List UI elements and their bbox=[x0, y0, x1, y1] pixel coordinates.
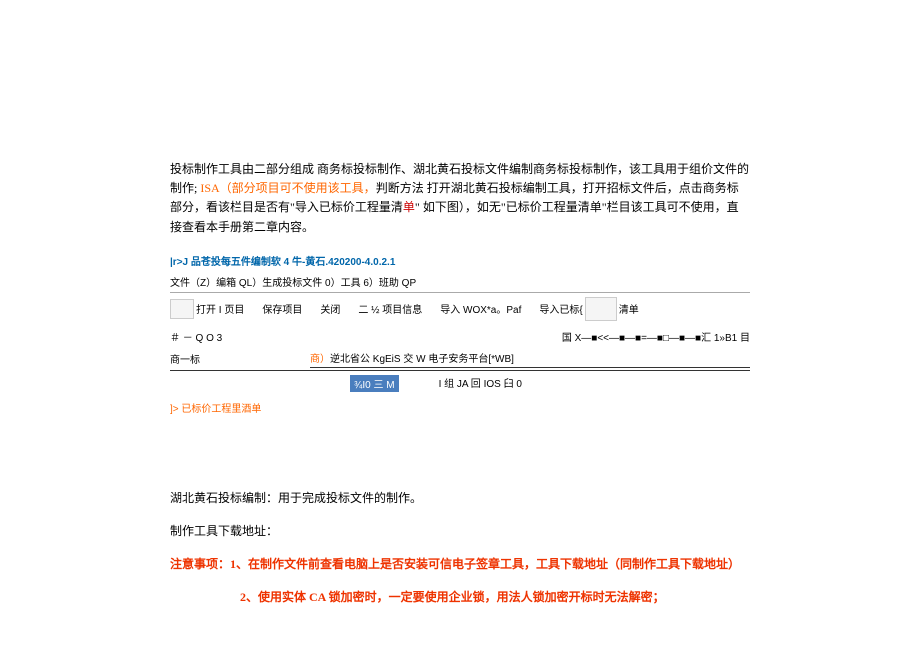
bottom-section: 湖北黄石投标编制：用于完成投标文件的制作。 制作工具下载地址： 注意事项：1、在… bbox=[170, 489, 750, 608]
open-icon bbox=[170, 299, 194, 319]
app-toolbar: 打开 I 页目 保存项目 关闭 二 ½ 项目信息 导入 WOX*a。Paf 导入… bbox=[170, 293, 750, 325]
toolbar-import-wox[interactable]: 导入 WOX*a。Paf bbox=[440, 301, 521, 316]
toolbar-import-priced[interactable]: 导入已标{ 清单 bbox=[539, 297, 638, 321]
intro-text-4: 单 bbox=[403, 200, 415, 214]
bottom-line3: 注意事项：1、在制作文件前查看电脑上是否安装可信电子签章工具，工具下载地址（同制… bbox=[170, 555, 750, 574]
app-row4: 商一标 商）逆北省公 KgEiS 交 W 电子安务平台[*WB] bbox=[170, 348, 750, 371]
toolbar-projinfo[interactable]: 二 ½ 项目信息 bbox=[358, 301, 422, 316]
import-icon bbox=[585, 297, 617, 321]
row5-b: I 组 JA 回 IOS 臼 0 bbox=[439, 375, 522, 392]
open-label: 打开 I 页目 bbox=[196, 301, 244, 316]
row3-right: 国 X—■<<—■—■=—■□—■—■汇 1»B1 目 bbox=[562, 329, 750, 344]
row5-a[interactable]: ¾I0 三 M bbox=[350, 375, 399, 392]
app-row5: ¾I0 三 M I 组 JA 回 IOS 臼 0 bbox=[170, 371, 750, 396]
row4-mid-red: 商） bbox=[310, 354, 330, 365]
row4-left: 商一标 bbox=[170, 351, 310, 366]
close-label: 关闭 bbox=[320, 301, 340, 316]
bottom-line2: 制作工具下载地址： bbox=[170, 522, 750, 541]
row4-mid: 商）逆北省公 KgEiS 交 W 电子安务平台[*WB] bbox=[310, 350, 750, 368]
row4-mid-text: 逆北省公 KgEiS 交 W 电子安务平台[*WB] bbox=[330, 354, 514, 365]
intro-paragraph: 投标制作工具由二部分组成 商务标投标制作、湖北黄石投标文件编制商务标投标制作，该… bbox=[170, 160, 750, 237]
toolbar-close[interactable]: 关闭 bbox=[320, 301, 340, 316]
projinfo-label: 二 ½ 项目信息 bbox=[358, 301, 422, 316]
app-menubar: 文件（Z）编箱 QL）生成投标文件 0）工具 6）班助 QP bbox=[170, 271, 750, 293]
app-footer: ]> 已标价工程里酒单 bbox=[170, 396, 750, 419]
row3-left: ＃ － Q O 3 bbox=[170, 329, 222, 344]
toolbar-save[interactable]: 保存项目 bbox=[262, 301, 302, 316]
bottom-line1: 湖北黄石投标编制：用于完成投标文件的制作。 bbox=[170, 489, 750, 508]
list-label: 清单 bbox=[619, 301, 639, 316]
app-screenshot-region: |r>J 品苍投每五件编制软 4 牛-黄石.420200-4.0.2.1 文件（… bbox=[170, 249, 750, 419]
app-window-title: |r>J 品苍投每五件编制软 4 牛-黄石.420200-4.0.2.1 bbox=[170, 250, 750, 271]
toolbar-open[interactable]: 打开 I 页目 bbox=[170, 299, 244, 319]
app-row3: ＃ － Q O 3 国 X—■<<—■—■=—■□—■—■汇 1»B1 目 bbox=[170, 325, 750, 348]
save-label: 保存项目 bbox=[262, 301, 302, 316]
import-wox-label: 导入 WOX*a。Paf bbox=[440, 301, 521, 316]
intro-text-2: ISA（部分项目可不使用该工具， bbox=[200, 181, 375, 195]
bottom-line4: 2、使用实体 CA 锁加密时，一定要使用企业锁，用法人锁加密开标时无法解密； bbox=[170, 588, 750, 607]
import-priced-label: 导入已标{ bbox=[539, 301, 582, 316]
